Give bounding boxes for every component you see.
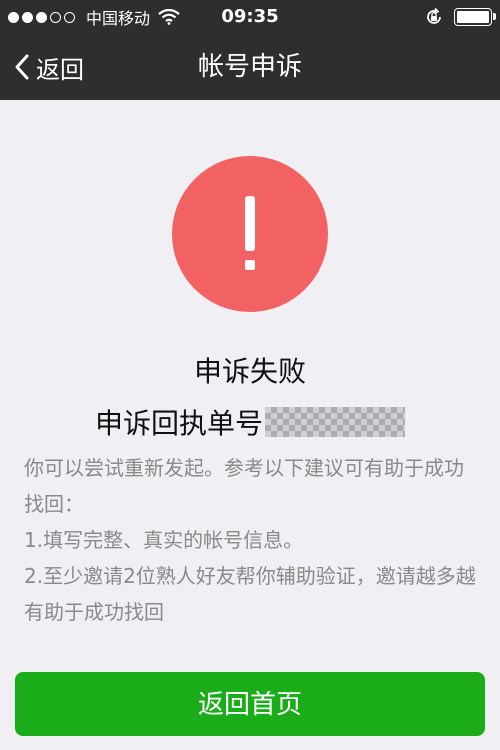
- alert-icon: [172, 156, 328, 312]
- return-home-button[interactable]: 返回首页: [15, 672, 485, 736]
- redacted-receipt-value: [265, 407, 405, 437]
- result-title: 申诉失败: [193, 355, 306, 388]
- battery-icon: [454, 8, 496, 26]
- exclamation-point: [245, 260, 255, 270]
- suggestion-item: 2.至少邀请2位熟人好友帮你辅助验证，邀请越多越有助于成功找回: [24, 564, 476, 624]
- nav-bar: 返回 帐号申诉: [0, 34, 500, 100]
- receipt-number: 申诉回执单号: [0, 402, 500, 442]
- status-right: [424, 5, 496, 29]
- receipt-label: 申诉回执单号: [94, 407, 263, 440]
- suggestions-text: 你可以尝试重新发起。参考以下建议可有助于成功找回： 1.填写完整、真实的帐号信息…: [24, 450, 480, 630]
- rotation-lock-icon: [427, 7, 441, 24]
- status-bar: 中国移动 09:35: [0, 0, 500, 34]
- page-title: 帐号申诉: [197, 52, 302, 82]
- suggestion-intro: 你可以尝试重新发起。参考以下建议可有助于成功找回：: [24, 456, 464, 516]
- exclamation-bar: [245, 196, 255, 251]
- suggestion-item: 1.填写完整、真实的帐号信息。: [24, 528, 304, 552]
- battery-fill: [457, 11, 489, 23]
